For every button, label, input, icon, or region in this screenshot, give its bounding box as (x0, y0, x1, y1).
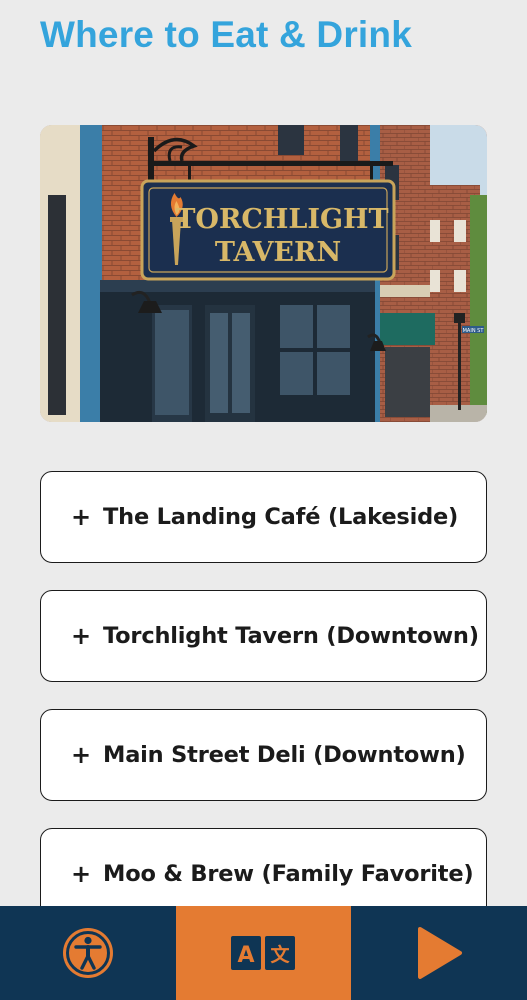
accordion-label: Torchlight Tavern (Downtown) (103, 623, 479, 649)
page-title: Where to Eat & Drink (40, 14, 412, 55)
street-sign-text: MAIN ST (463, 328, 485, 334)
expand-plus-icon: + (71, 860, 92, 888)
translate-button[interactable]: A 文 (175, 906, 352, 1000)
tavern-storefront-illustration: TORCHLIGHT TAVERN MAIN ST (40, 125, 487, 422)
play-button[interactable] (351, 906, 527, 1000)
bottom-toolbar: A 文 (0, 906, 527, 1000)
accessibility-button[interactable] (0, 906, 176, 1000)
expand-plus-icon: + (71, 503, 92, 531)
accordion-the-landing-cafe[interactable]: + The Landing Café (Lakeside) (40, 471, 487, 563)
accessibility-icon (62, 928, 113, 978)
translate-glyph-b: 文 (270, 943, 290, 966)
sign-text-line1: TORCHLIGHT (175, 204, 388, 235)
accordion-torchlight-tavern[interactable]: + Torchlight Tavern (Downtown) (40, 590, 487, 682)
accordion-label: Moo & Brew (Family Favorite) (103, 861, 474, 887)
screen: Where to Eat & Drink TORCHLIGHT TAVERN M… (0, 0, 527, 1000)
accordion-label: Main Street Deli (Downtown) (103, 742, 466, 768)
play-icon (418, 927, 463, 979)
expand-plus-icon: + (71, 741, 92, 769)
translate-glyph-a: A (237, 943, 254, 968)
accordion-main-street-deli[interactable]: + Main Street Deli (Downtown) (40, 709, 487, 801)
accordion-label: The Landing Café (Lakeside) (103, 504, 459, 530)
hero-image: TORCHLIGHT TAVERN MAIN ST (40, 125, 487, 422)
sign-text-line2: TAVERN (215, 237, 341, 268)
translate-icon: A 文 (230, 936, 295, 970)
expand-plus-icon: + (71, 622, 92, 650)
